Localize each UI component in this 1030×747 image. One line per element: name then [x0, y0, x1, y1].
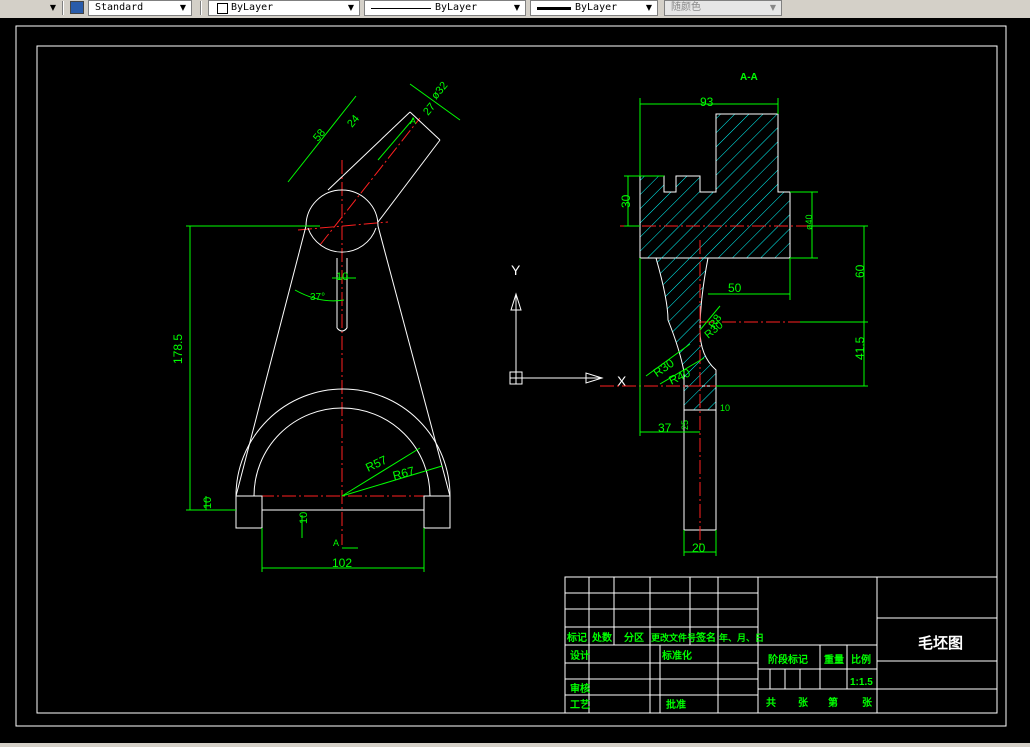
dim-60: 60	[853, 264, 867, 278]
part-outline	[235, 111, 451, 529]
tb-page: 第	[828, 696, 838, 709]
axis-x-label: X	[617, 373, 627, 389]
dim-40: ø40	[804, 214, 814, 230]
linetype-sample-icon	[371, 8, 431, 9]
tb-zone: 分区	[624, 631, 644, 644]
tb-sign: 签名	[695, 631, 716, 644]
dim-r57: R57	[363, 453, 389, 475]
tb-process: 工艺	[570, 698, 590, 711]
drawing-svg[interactable]: 178.5 10 10 102 R57 R67 10 37° 58 24 27 …	[0, 18, 1030, 743]
tb-standard: 标准化	[661, 649, 692, 662]
dim-10a: 10	[202, 497, 214, 509]
dim-10: 10	[720, 403, 730, 413]
chevron-down-icon[interactable]: ▼	[766, 0, 780, 16]
chevron-down-icon[interactable]: ▼	[176, 0, 190, 16]
linetype-select[interactable]: ByLayer	[364, 0, 526, 16]
text-style-icon[interactable]	[70, 1, 84, 14]
tb-stage-mark: 阶段标记	[768, 653, 808, 666]
dim-24: 24	[345, 113, 362, 130]
section-label: A-A	[740, 72, 758, 83]
lineweight-select[interactable]: ByLayer	[530, 0, 658, 16]
dim-r67: R67	[391, 464, 416, 483]
dim-93: 93	[700, 95, 714, 109]
inner-frame	[36, 45, 998, 714]
chevron-down-icon[interactable]: ▼	[344, 0, 358, 16]
drawing-title: 毛坯图	[918, 634, 963, 652]
hatched-block	[639, 113, 791, 259]
view-label-top: A	[410, 116, 416, 126]
drawing-canvas[interactable]: 178.5 10 10 102 R57 R67 10 37° 58 24 27 …	[0, 18, 1030, 743]
section-view: A-A 93 30 ø40 50 60 41.5 R8 R30 R30 R40 …	[600, 72, 868, 556]
axis-y-label: Y	[511, 262, 521, 278]
dim-27: 27	[421, 101, 438, 118]
dim-41: 41.5	[853, 336, 867, 360]
dim-37deg: 37°	[310, 292, 325, 303]
front-view: 178.5 10 10 102 R57 R67 10 37° 58 24 27 …	[171, 80, 461, 572]
lineweight-sample-icon	[537, 7, 571, 10]
toolbar-separator	[200, 1, 202, 15]
tb-weight: 重量	[824, 653, 844, 666]
properties-toolbar: ▼ Standard ▼ ByLayer ▼ ByLayer ▼ ByLayer…	[0, 0, 1030, 19]
tb-sheets1: 张	[798, 696, 809, 709]
dim-20: 20	[692, 541, 706, 555]
tb-design: 设计	[570, 649, 590, 662]
tb-mark: 标记	[566, 631, 587, 644]
dim-58: 58	[311, 127, 328, 144]
tb-sheets2: 张	[862, 696, 873, 709]
tb-review: 审核	[570, 682, 590, 695]
chevron-down-icon[interactable]: ▼	[510, 0, 524, 16]
view-label-bottom: A	[333, 538, 339, 548]
dim-178: 178.5	[171, 334, 185, 364]
layer-select[interactable]: ByLayer	[208, 0, 360, 16]
dim-25: 25	[680, 420, 690, 430]
tb-docno: 更改文件号	[651, 632, 696, 643]
outer-frame	[15, 25, 1007, 727]
color-select[interactable]: 随颜色	[664, 0, 782, 16]
tb-approve: 批准	[666, 698, 686, 711]
color-swatch-icon	[217, 3, 228, 14]
dim-50: 50	[728, 281, 742, 295]
tb-scale: 比例	[851, 653, 871, 666]
tb-total: 共	[766, 696, 776, 709]
title-block: 标记 处数 分区 更改文件号 签名 年、月、日 设计 标准化 阶段标记 重量 比…	[564, 576, 998, 714]
toolbar-separator	[62, 1, 64, 15]
dropdown-arrow-icon[interactable]: ▼	[46, 0, 60, 16]
tb-date: 年、月、日	[719, 632, 764, 643]
ucs-icon: Y X	[509, 262, 627, 389]
dimension-lines	[186, 83, 461, 572]
dim-102: 102	[332, 556, 352, 570]
dim-10b: 10	[298, 512, 310, 524]
center-lines	[238, 117, 450, 545]
chevron-down-icon[interactable]: ▼	[642, 0, 656, 16]
dim-32: ø32	[429, 80, 450, 102]
dim-10-top: 10	[336, 271, 348, 283]
tb-scale-value: 1:1.5	[850, 677, 873, 688]
dim-37: 37	[658, 421, 672, 435]
dim-30: 30	[619, 194, 633, 208]
tb-count: 处数	[591, 631, 613, 644]
